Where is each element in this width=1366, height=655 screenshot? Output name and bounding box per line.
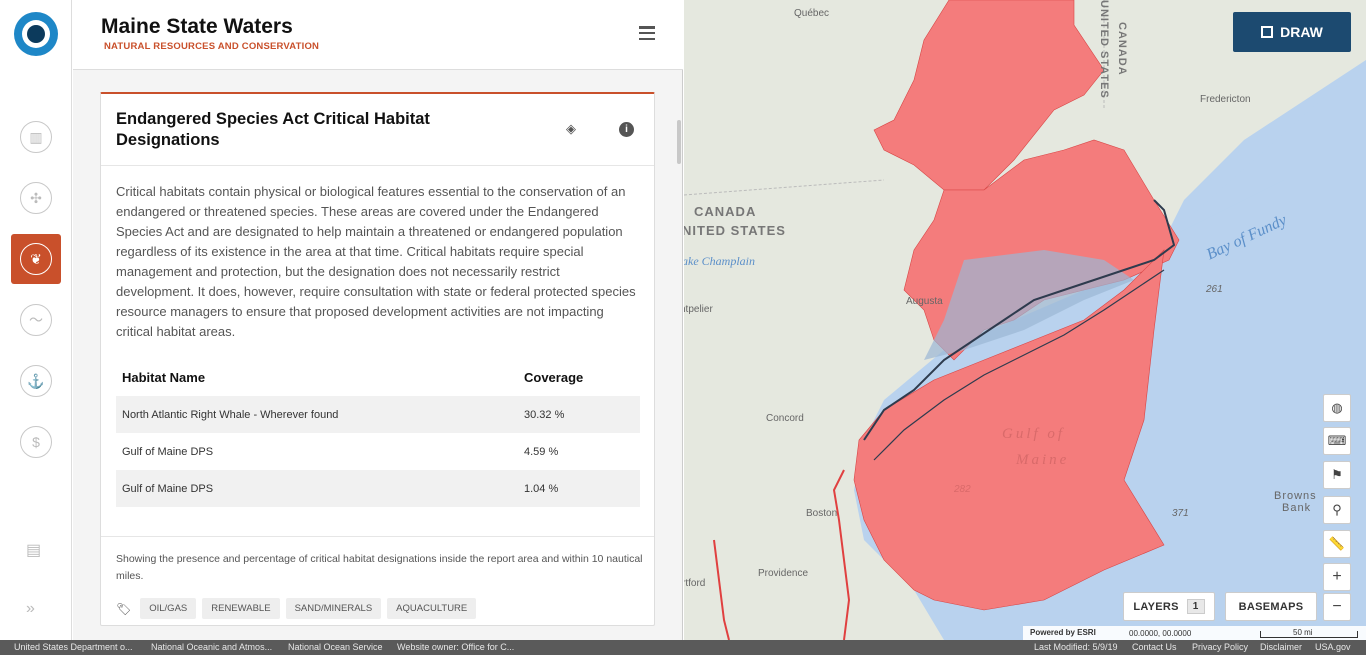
draw-icon <box>1261 26 1274 38</box>
tag-list: 🏷 OIL/GAS RENEWABLE SAND/MINERALS AQUACU… <box>116 598 482 619</box>
expand-icon[interactable]: » <box>26 600 35 618</box>
map-label-concord: Concord <box>766 413 804 424</box>
table-row: Gulf of Maine DPS 4.59 % <box>116 433 640 470</box>
map-label-augusta: Augusta <box>906 296 943 307</box>
coverage-cell: 4.59 % <box>524 445 559 458</box>
depth-label: 261 <box>1206 284 1223 295</box>
tag[interactable]: AQUACULTURE <box>387 598 477 619</box>
panel-scrollbar[interactable] <box>677 120 681 164</box>
app-logo[interactable] <box>14 12 58 56</box>
page-title: Maine State Waters <box>101 15 293 38</box>
basemaps-button[interactable]: BASEMAPS <box>1225 592 1317 621</box>
map-label-fredericton: Fredericton <box>1200 94 1251 105</box>
coverage-cell: 1.04 % <box>518 470 640 507</box>
map-label-browns-bank-1: Browns <box>1274 490 1317 502</box>
layers-button[interactable]: LAYERS 1 <box>1123 592 1215 621</box>
layers-label: LAYERS <box>1133 600 1179 613</box>
esri-attribution: Powered by ESRI <box>1030 628 1096 637</box>
contact-link[interactable]: Contact Us <box>1132 642 1177 652</box>
map-label-browns-bank-2: Bank <box>1282 502 1312 514</box>
tag[interactable]: OIL/GAS <box>140 598 197 619</box>
bar-chart-icon[interactable]: ▥ <box>20 121 52 153</box>
rail-item-natural-resources[interactable]: ❦ <box>11 234 61 284</box>
map-label-lake-champlain: ake Champlain <box>684 254 755 268</box>
habitat-name-cell: Gulf of Maine DPS <box>116 470 518 507</box>
layers-count-badge: 1 <box>1186 599 1205 614</box>
map-label-us-vertical: UNITED STATES <box>1098 0 1110 99</box>
wave-icon[interactable]: 〜 <box>20 304 52 336</box>
map-label-gulf-of-maine-2: Maine <box>1016 452 1070 468</box>
map-canvas <box>684 0 1366 640</box>
map-view[interactable]: Québec CANADA UNITED STATES Fredericton … <box>684 0 1366 640</box>
habitat-table: Habitat Name Coverage North Atlantic Rig… <box>116 358 640 507</box>
left-rail: ▥ ✣ ❦ 〜 ⚓ $ ▤ » <box>0 0 72 640</box>
zoom-in-icon[interactable]: + <box>1323 563 1351 591</box>
wind-turbine-icon[interactable]: ✣ <box>20 182 52 214</box>
map-label-hartford: rtford <box>684 578 706 589</box>
tags-icon: 🏷 <box>116 601 132 616</box>
habitat-card: Endangered Species Act Critical Habitat … <box>100 92 655 626</box>
panel-header: Maine State Waters NATURAL RESOURCES AND… <box>73 0 683 70</box>
scale-label: 50 mi <box>1293 628 1313 637</box>
footer-link[interactable]: National Ocean Service <box>288 642 383 652</box>
search-icon[interactable]: ⚲ <box>1323 496 1351 524</box>
layers-icon[interactable]: ◈ <box>563 121 579 137</box>
globe-icon[interactable]: ◍ <box>1323 394 1351 422</box>
clipboard-icon[interactable]: ▤ <box>26 540 41 560</box>
map-label-quebec: Québec <box>794 8 830 19</box>
map-label-boston: Boston <box>806 508 838 519</box>
map-label-gulf-of-maine-1: Gulf of <box>1002 426 1066 442</box>
privacy-link[interactable]: Privacy Policy <box>1192 642 1248 652</box>
disclaimer-link[interactable]: Disclaimer <box>1260 642 1302 652</box>
tag[interactable]: SAND/MINERALS <box>285 598 382 619</box>
coral-icon: ❦ <box>20 243 52 275</box>
habitat-name-cell: North Atlantic Right Whale - Wherever fo… <box>116 396 518 433</box>
site-footer: United States Department o... National O… <box>0 640 1366 655</box>
habitat-name-cell: Gulf of Maine DPS <box>122 445 214 458</box>
zoom-out-icon[interactable]: − <box>1323 593 1351 621</box>
map-label-canada-vertical: CANADA <box>1116 22 1128 76</box>
coordinate-readout: 00.0000, 00.0000 <box>1129 629 1192 638</box>
card-header: Endangered Species Act Critical Habitat … <box>101 94 654 166</box>
depth-label: 282 <box>954 484 971 495</box>
report-panel: Maine State Waters NATURAL RESOURCES AND… <box>73 0 683 640</box>
basemaps-label: BASEMAPS <box>1238 600 1304 613</box>
measure-icon[interactable]: 📏 <box>1323 530 1351 558</box>
footer-link[interactable]: Website owner: Office for C... <box>397 642 514 652</box>
map-attribution: Powered by ESRI 00.0000, 00.0000 50 mi <box>1023 626 1366 640</box>
card-description: Critical habitats contain physical or bi… <box>116 184 636 339</box>
depth-label: 371 <box>1172 508 1189 519</box>
page-subtitle: NATURAL RESOURCES AND CONSERVATION <box>104 41 320 52</box>
card-footer: Showing the presence and percentage of c… <box>101 536 654 625</box>
coverage-cell: 30.32 % <box>518 396 640 433</box>
usagov-link[interactable]: USA.gov <box>1315 642 1351 652</box>
map-label-united-states: NITED STATES <box>684 223 786 238</box>
column-header: Habitat Name <box>122 369 206 385</box>
tag[interactable]: RENEWABLE <box>202 598 280 619</box>
map-label-montpelier: ntpelier <box>684 304 713 315</box>
map-label-canada: CANADA <box>694 204 757 219</box>
map-label-providence: Providence <box>758 568 809 579</box>
draw-label: DRAW <box>1280 24 1323 40</box>
footer-link[interactable]: National Oceanic and Atmos... <box>151 642 272 652</box>
table-row: Gulf of Maine DPS 1.04 % <box>116 470 640 507</box>
footer-note: Showing the presence and percentage of c… <box>116 553 643 582</box>
card-title: Endangered Species Act Critical Habitat … <box>116 110 430 149</box>
money-icon[interactable]: $ <box>20 426 52 458</box>
ship-icon[interactable]: ⚓ <box>20 365 52 397</box>
info-icon[interactable]: i <box>619 122 634 137</box>
draw-button[interactable]: DRAW <box>1233 12 1351 52</box>
menu-icon[interactable] <box>639 26 655 41</box>
map-legend-icon[interactable]: ⚑ <box>1323 461 1351 489</box>
keyboard-icon[interactable]: ⌨ <box>1323 427 1351 455</box>
column-header: Coverage <box>524 369 584 385</box>
app-root: ▥ ✣ ❦ 〜 ⚓ $ ▤ » Maine State Waters NATUR… <box>0 0 1366 655</box>
table-row: North Atlantic Right Whale - Wherever fo… <box>116 396 640 433</box>
footer-link[interactable]: United States Department o... <box>14 642 133 652</box>
last-modified: Last Modified: 5/9/19 <box>1034 642 1118 652</box>
